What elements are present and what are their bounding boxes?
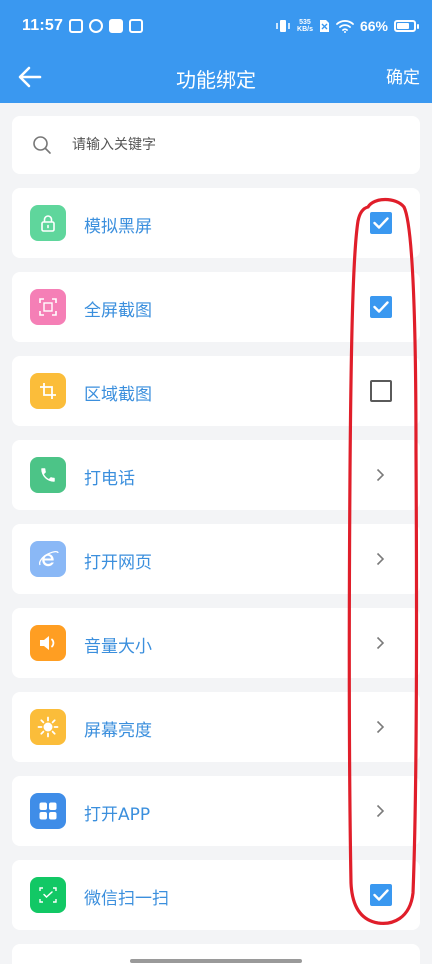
notification-icon <box>89 19 104 33</box>
chevron-right-icon <box>372 467 388 483</box>
notification-icon <box>69 19 84 33</box>
page-title: 功能绑定 <box>176 68 256 92</box>
battery-percent: 66% <box>359 18 388 34</box>
search-icon <box>33 136 51 154</box>
alipay-icon <box>129 19 144 33</box>
list-item-open-app[interactable]: 打开APP <box>12 776 420 846</box>
app: 11:57 535 KB/s 66% 功能绑定 确定 请输入关键字 模拟黑屏 全… <box>0 0 432 964</box>
home-indicator <box>130 959 302 963</box>
list-item-label: 模拟黑屏 <box>84 217 152 237</box>
notification-icon <box>109 19 124 33</box>
vibrate-icon <box>276 20 290 32</box>
wifi-icon <box>336 20 354 33</box>
list-item-label: 屏幕亮度 <box>84 721 152 741</box>
list-item-brightness[interactable]: 屏幕亮度 <box>12 692 420 762</box>
list-item-phone-call[interactable]: 打电话 <box>12 440 420 510</box>
status-bar: 11:57 535 KB/s 66% <box>0 0 432 52</box>
scan-icon <box>30 877 66 913</box>
arrow-left-icon <box>18 66 42 88</box>
checkmark-icon <box>373 217 389 229</box>
chevron-right-icon <box>372 803 388 819</box>
search-input[interactable] <box>72 130 392 160</box>
list-item-area-screenshot[interactable]: 区域截图 <box>12 356 420 426</box>
browser-icon <box>30 541 66 577</box>
checkbox[interactable] <box>370 380 392 402</box>
checkmark-icon <box>373 889 389 901</box>
list-item-label: 微信扫一扫 <box>84 889 169 909</box>
search-bar <box>12 116 420 174</box>
list-item-volume[interactable]: 音量大小 <box>12 608 420 678</box>
checkbox[interactable] <box>370 884 392 906</box>
back-button[interactable] <box>12 59 48 95</box>
list-item-fullscreen-screenshot[interactable]: 全屏截图 <box>12 272 420 342</box>
confirm-button[interactable]: 确定 <box>386 63 420 88</box>
battery-icon <box>394 20 419 32</box>
list-item-label: 区域截图 <box>84 385 152 405</box>
list-item-open-webpage[interactable]: 打开网页 <box>12 524 420 594</box>
list-item-label: 全屏截图 <box>84 301 152 321</box>
phone-icon <box>30 457 66 493</box>
fullscreen-screenshot-icon <box>30 289 66 325</box>
brightness-icon <box>30 709 66 745</box>
checkmark-icon <box>373 301 389 313</box>
volume-icon <box>30 625 66 661</box>
nav-bar: 功能绑定 确定 <box>0 52 432 103</box>
chevron-right-icon <box>372 551 388 567</box>
checkbox[interactable] <box>370 212 392 234</box>
list-item-label: 打开网页 <box>84 553 152 573</box>
lock-icon <box>30 205 66 241</box>
header: 11:57 535 KB/s 66% 功能绑定 确定 <box>0 0 432 103</box>
list-item-label: 打开APP <box>84 805 151 825</box>
apps-icon <box>30 793 66 829</box>
list-item-label: 打电话 <box>84 469 135 489</box>
crop-icon <box>30 373 66 409</box>
no-sim-icon <box>319 20 329 32</box>
net-speed: 535 KB/s <box>297 19 313 33</box>
chevron-right-icon <box>372 635 388 651</box>
list-item-simulate-black-screen[interactable]: 模拟黑屏 <box>12 188 420 258</box>
list-item-label: 音量大小 <box>84 637 152 657</box>
list-item-wechat-scan[interactable]: 微信扫一扫 <box>12 860 420 930</box>
checkbox[interactable] <box>370 296 392 318</box>
chevron-right-icon <box>372 719 388 735</box>
status-time: 11:57 <box>22 17 64 34</box>
